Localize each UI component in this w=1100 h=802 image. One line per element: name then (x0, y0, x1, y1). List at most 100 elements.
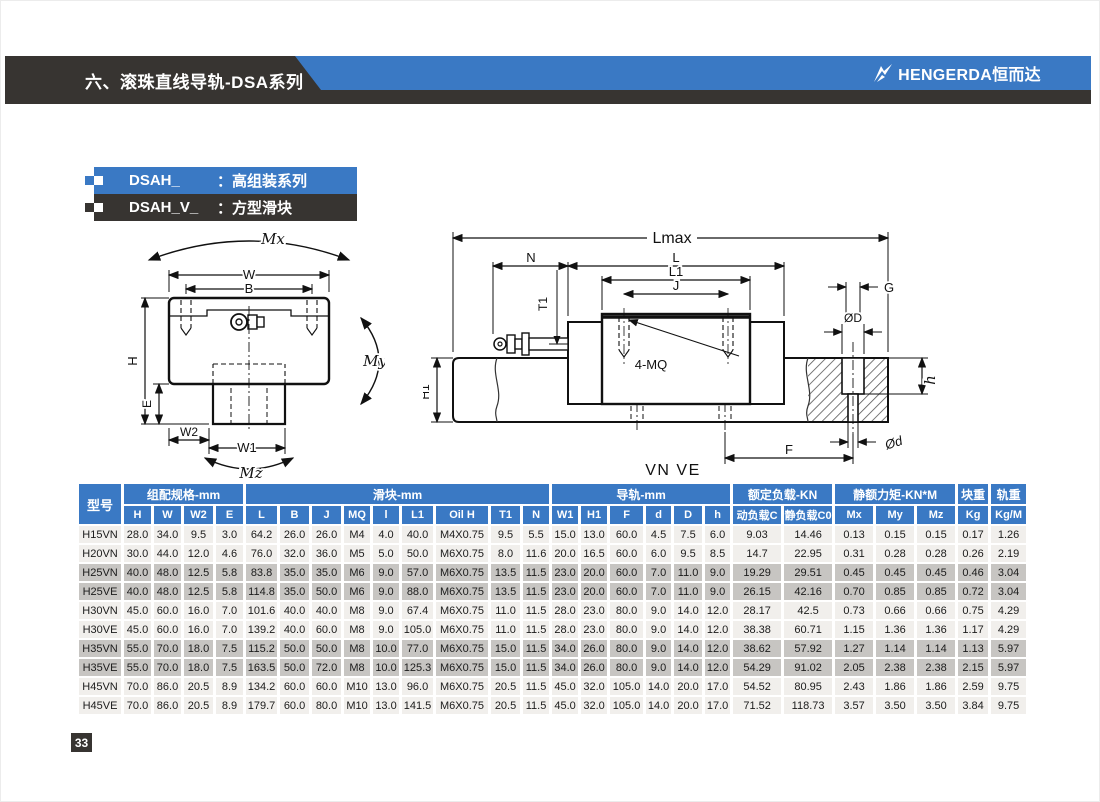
value-cell: 9.5 (491, 526, 520, 543)
value-cell: 10.0 (373, 659, 399, 676)
column-header: Oil H (436, 506, 488, 524)
value-cell: 4.0 (373, 526, 399, 543)
value-cell: 60.0 (610, 545, 643, 562)
value-cell: 12.0 (705, 602, 730, 619)
series-label-box: DSAH_ ：高组装系列 DSAH_V_ ：方型滑块 (85, 167, 357, 221)
value-cell: 38.38 (733, 621, 781, 638)
value-cell: 15.0 (491, 640, 520, 657)
model-cell: H30VE (79, 621, 121, 638)
value-cell: 5.8 (216, 564, 243, 581)
value-cell: 0.45 (835, 564, 873, 581)
value-cell: 44.0 (154, 545, 181, 562)
value-cell: 105.0 (402, 621, 433, 638)
value-cell: 7.5 (216, 659, 243, 676)
value-cell: 11.6 (523, 545, 549, 562)
value-cell: 54.29 (733, 659, 781, 676)
value-cell: 80.0 (610, 602, 643, 619)
column-header: J (312, 506, 341, 524)
value-cell: 29.51 (784, 564, 832, 581)
value-cell: 1.13 (958, 640, 988, 657)
series-code: DSAH_V_ (129, 199, 217, 216)
bird-mark-icon (873, 63, 893, 83)
value-cell: 9.0 (373, 583, 399, 600)
value-cell: 42.5 (784, 602, 832, 619)
value-cell: 70.0 (154, 640, 181, 657)
value-cell: 9.0 (373, 621, 399, 638)
value-cell: 54.52 (733, 678, 781, 695)
dim-b-label: B (245, 281, 254, 296)
value-cell: 1.14 (917, 640, 955, 657)
spec-table: 型号 组配规格-mm 滑块-mm 导轨-mm 额定负载-KN 静额力矩-KN*M… (76, 482, 1029, 716)
series-code: DSAH_ (129, 172, 217, 189)
value-cell: 11.0 (674, 564, 702, 581)
value-cell: 8.5 (705, 545, 730, 562)
table-head: 型号 组配规格-mm 滑块-mm 导轨-mm 额定负载-KN 静额力矩-KN*M… (79, 484, 1026, 524)
value-cell: 55.0 (124, 659, 151, 676)
value-cell: 70.0 (124, 697, 151, 714)
value-cell: 50.0 (312, 583, 341, 600)
table-row: H20VN30.044.012.04.676.032.036.0M55.050.… (79, 545, 1026, 562)
dim-small-d-label: Ød (882, 433, 905, 453)
value-cell: 18.0 (184, 659, 213, 676)
value-cell: 17.0 (705, 678, 730, 695)
front-view-lines (141, 241, 379, 469)
value-cell: 32.0 (581, 697, 607, 714)
dim-lmax-label: Lmax (652, 230, 691, 247)
value-cell: 179.7 (246, 697, 277, 714)
value-cell: 34.0 (154, 526, 181, 543)
value-cell: 13.0 (373, 697, 399, 714)
value-cell: 118.73 (784, 697, 832, 714)
value-cell: 0.28 (917, 545, 955, 562)
value-cell: 71.52 (733, 697, 781, 714)
value-cell: 80.0 (610, 621, 643, 638)
front-view-diagram: Mx W B H E W2 W1 My Mz (113, 218, 385, 482)
series-label-high-assembly: DSAH_ ：高组装系列 (103, 167, 357, 194)
value-cell: 2.43 (835, 678, 873, 695)
page-number-badge: 33 (71, 733, 92, 752)
value-cell: 70.0 (124, 678, 151, 695)
value-cell: 0.45 (876, 564, 914, 581)
value-cell: M6 (344, 583, 370, 600)
value-cell: 4.5 (646, 526, 671, 543)
value-cell: 7.0 (646, 583, 671, 600)
value-cell: 11.5 (523, 697, 549, 714)
value-cell: 2.05 (835, 659, 873, 676)
value-cell: 60.0 (154, 621, 181, 638)
value-cell: 12.0 (705, 640, 730, 657)
value-cell: 40.0 (402, 526, 433, 543)
column-header: MQ (344, 506, 370, 524)
value-cell: 11.5 (523, 640, 549, 657)
column-header: T1 (491, 506, 520, 524)
dim-w-label: W (243, 267, 256, 282)
value-cell: 5.97 (991, 659, 1026, 676)
value-cell: 8.9 (216, 697, 243, 714)
model-cell: H25VE (79, 583, 121, 600)
value-cell: M6X0.75 (436, 602, 488, 619)
value-cell: 20.0 (581, 583, 607, 600)
value-cell: 14.0 (674, 621, 702, 638)
value-cell: 139.2 (246, 621, 277, 638)
value-cell: 42.16 (784, 583, 832, 600)
value-cell: 14.7 (733, 545, 781, 562)
value-cell: 9.5 (674, 545, 702, 562)
group-header-block-weight: 块重 (958, 484, 988, 504)
value-cell: 18.0 (184, 640, 213, 657)
value-cell: 77.0 (402, 640, 433, 657)
value-cell: 9.0 (373, 602, 399, 619)
column-header: H1 (581, 506, 607, 524)
value-cell: 9.75 (991, 678, 1026, 695)
value-cell: 0.72 (958, 583, 988, 600)
value-cell: 40.0 (124, 583, 151, 600)
value-cell: 20.5 (491, 678, 520, 695)
value-cell: 2.38 (917, 659, 955, 676)
value-cell: 60.0 (154, 602, 181, 619)
value-cell: 96.0 (402, 678, 433, 695)
value-cell: 9.75 (991, 697, 1026, 714)
value-cell: 3.57 (835, 697, 873, 714)
value-cell: 101.6 (246, 602, 277, 619)
column-header: B (280, 506, 309, 524)
value-cell: 35.0 (312, 564, 341, 581)
value-cell: 14.0 (674, 640, 702, 657)
dim-n-label: N (526, 250, 535, 265)
value-cell: 13.5 (491, 583, 520, 600)
